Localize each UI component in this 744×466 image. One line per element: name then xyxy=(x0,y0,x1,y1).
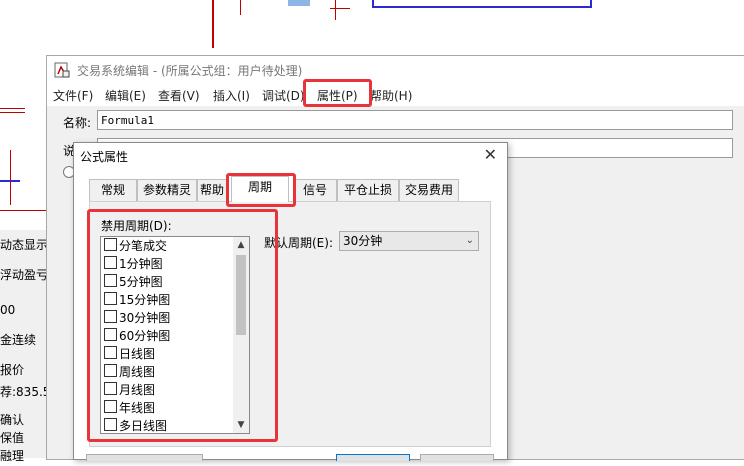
tab-trade-fee[interactable]: 交易费用 xyxy=(399,179,459,201)
chevron-down-icon: ⌄ xyxy=(465,235,474,246)
left-panel-item[interactable]: 融理 xyxy=(0,446,50,466)
menu-insert[interactable]: 插入(I) xyxy=(213,87,250,104)
default-period-select[interactable]: 30分钟 ⌄ xyxy=(339,231,479,251)
chart-line xyxy=(0,108,25,109)
default-period-value: 30分钟 xyxy=(343,234,383,248)
tab-general[interactable]: 常规 xyxy=(89,179,137,201)
close-icon[interactable]: ✕ xyxy=(484,145,497,164)
chart-line xyxy=(0,112,25,113)
chart-line xyxy=(372,6,592,8)
left-panel-item[interactable]: 动态显示 xyxy=(0,235,50,255)
menu-help[interactable]: 帮助(H) xyxy=(370,87,412,104)
tab-period[interactable]: 周期 xyxy=(231,176,289,202)
tab-close-stop[interactable]: 平仓止损 xyxy=(337,179,399,201)
tab-param-wizard[interactable]: 参数精灵 xyxy=(137,179,197,201)
tab-signal[interactable]: 信号 xyxy=(293,179,337,201)
left-panel-item: 报价 xyxy=(0,363,25,377)
chart-line xyxy=(212,0,214,48)
menu-view[interactable]: 查看(V) xyxy=(158,87,200,104)
name-input[interactable]: Formula1 xyxy=(97,110,733,130)
menu-edit[interactable]: 编辑(E) xyxy=(105,87,146,104)
menu-bar: 文件(F) 编辑(E) 查看(V) 插入(I) 调试(D) 属性(P) 帮助(H… xyxy=(47,84,744,106)
window-titlebar: 交易系统编辑 - (所属公式组：用户待处理) xyxy=(47,56,744,84)
highlight-period-list xyxy=(87,209,278,442)
tab-help[interactable]: 帮助 xyxy=(197,179,227,201)
menu-file[interactable]: 文件(F) xyxy=(53,87,93,104)
name-label: 名称: xyxy=(63,116,92,130)
left-panel: 动态显示 浮动盈亏 00 金连续 报价 荐:835.54 确认 保值 融理 xyxy=(0,230,51,463)
left-panel-item[interactable]: 确认 xyxy=(0,410,50,430)
chart-line xyxy=(10,150,11,205)
dialog-title: 公式属性 xyxy=(80,150,129,164)
highlight-properties-menu xyxy=(303,79,372,107)
chart-line xyxy=(0,180,20,182)
app-icon xyxy=(54,62,70,78)
left-panel-item[interactable]: 浮动盈亏 xyxy=(0,265,50,285)
chart-line xyxy=(240,0,241,15)
left-panel-item: 00 xyxy=(0,303,16,317)
menu-debug[interactable]: 调试(D) xyxy=(262,87,305,104)
left-panel-item[interactable]: 保值 xyxy=(0,428,50,448)
chart-line xyxy=(330,8,350,9)
chart-line xyxy=(590,0,592,8)
chart-line xyxy=(0,210,46,211)
window-title: 交易系统编辑 - (所属公式组：用户待处理) xyxy=(77,64,303,78)
left-panel-item[interactable]: 金连续 xyxy=(0,330,50,350)
chart-line xyxy=(335,0,336,20)
left-panel-item: 荐:835.54 xyxy=(0,385,50,399)
chart-bar xyxy=(288,0,310,6)
